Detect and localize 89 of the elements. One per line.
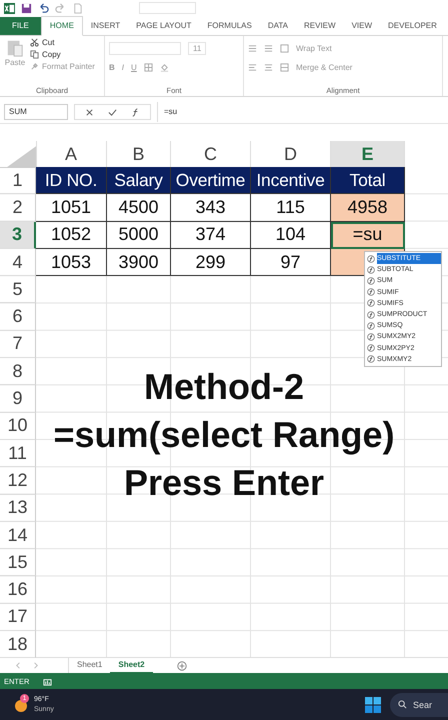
function-icon — [367, 299, 375, 308]
row-header[interactable]: 18 — [0, 631, 36, 658]
row-header[interactable]: 17 — [0, 604, 36, 632]
table-cell: 1051 — [36, 194, 107, 222]
function-icon — [367, 288, 375, 296]
align-icon[interactable] — [264, 63, 273, 72]
row-header[interactable]: 11 — [0, 440, 36, 468]
table-cell: =su — [331, 222, 405, 249]
row-header[interactable]: 6 — [0, 303, 36, 331]
table-cell: 5000 — [107, 222, 171, 249]
cancel-icon[interactable] — [85, 108, 94, 116]
function-icon — [367, 322, 375, 330]
brush-icon — [30, 62, 39, 71]
search-icon — [398, 700, 407, 709]
name-box[interactable]: SUM — [4, 104, 68, 120]
align-icon[interactable] — [248, 44, 257, 53]
caption-text: Press Enter — [124, 461, 324, 505]
row-header[interactable]: 4 — [0, 248, 36, 276]
ribbon-tab[interactable]: DEVELOPER — [380, 17, 445, 35]
ribbon-tab[interactable]: DATA — [260, 17, 296, 35]
ribbon-tab[interactable]: FORMULAS — [199, 17, 260, 35]
wrap-icon — [280, 44, 289, 53]
table-cell: 299 — [171, 248, 251, 276]
caption-text: Method-2 — [144, 365, 304, 409]
merge-icon — [280, 63, 289, 72]
windows-start-icon[interactable] — [365, 696, 381, 712]
function-icon — [367, 332, 375, 341]
row-header[interactable]: 10 — [0, 412, 36, 440]
borders-icon[interactable] — [144, 63, 153, 72]
table-cell: Incentive — [251, 167, 331, 194]
align-icon[interactable] — [264, 44, 273, 53]
undo-icon[interactable] — [38, 2, 49, 14]
table-cell: 3900 — [107, 248, 171, 276]
function-icon — [367, 344, 375, 352]
table-cell: ID NO. — [36, 167, 107, 194]
check-icon[interactable] — [108, 108, 117, 116]
table-cell: 1052 — [36, 222, 107, 249]
fill-color-icon[interactable] — [160, 63, 169, 72]
function-icon — [367, 310, 375, 319]
cut-button[interactable]: Cut — [42, 38, 54, 47]
table-cell: Salary — [107, 167, 171, 194]
row-header[interactable]: 7 — [0, 330, 36, 358]
sheet-tab[interactable]: Sheet1 — [69, 658, 110, 674]
copy-icon — [30, 50, 39, 59]
row-header[interactable]: 12 — [0, 467, 36, 495]
ribbon-tab[interactable]: FILE — [0, 17, 41, 35]
table-cell: Total — [331, 167, 405, 194]
table-cell: 1053 — [36, 248, 107, 276]
excel-logo-icon[interactable] — [4, 2, 15, 14]
function-icon — [367, 254, 375, 263]
row-header[interactable]: 14 — [0, 522, 36, 550]
row-header[interactable]: 16 — [0, 576, 36, 604]
table-cell: 343 — [171, 194, 251, 222]
font-name-field[interactable] — [109, 42, 181, 55]
row-header[interactable]: 5 — [0, 276, 36, 304]
ribbon-tab[interactable]: HOME — [40, 16, 83, 36]
ribbon-tab[interactable]: INSERT — [82, 17, 128, 35]
column-header[interactable]: E — [331, 141, 405, 169]
row-header[interactable]: 8 — [0, 358, 36, 386]
align-icon[interactable] — [248, 63, 257, 72]
sun-icon[interactable] — [14, 698, 28, 712]
save-icon[interactable] — [21, 2, 32, 14]
ribbon-tab[interactable]: REVIEW — [296, 17, 344, 35]
function-icon — [367, 276, 375, 285]
page-icon[interactable] — [72, 2, 83, 14]
table-cell: 4958 — [331, 194, 405, 222]
function-icon — [367, 266, 375, 274]
ribbon-tab[interactable]: VIEW — [344, 17, 380, 35]
table-cell: 374 — [171, 222, 251, 249]
macro-record-icon[interactable] — [43, 676, 52, 686]
formula-field[interactable]: =su — [157, 102, 444, 122]
add-sheet-icon[interactable] — [176, 660, 187, 670]
function-icon[interactable] — [131, 108, 140, 116]
search-field[interactable]: Sear — [390, 692, 448, 716]
row-header[interactable]: 15 — [0, 549, 36, 576]
redo-icon[interactable] — [55, 2, 66, 14]
quick-access-dropdown[interactable] — [139, 2, 196, 14]
scissors-icon — [30, 38, 39, 47]
row-header[interactable]: 3 — [0, 222, 36, 249]
row-header[interactable]: 13 — [0, 494, 36, 522]
row-header[interactable]: 9 — [0, 385, 36, 413]
table-cell: Overtime — [171, 167, 251, 194]
caption-text: =sum(select Range) — [53, 413, 395, 457]
function-icon — [367, 355, 375, 364]
copy-button[interactable]: Copy — [42, 50, 61, 59]
table-cell: 4500 — [107, 194, 171, 222]
ribbon-tab[interactable]: PAGE LAYOUT — [128, 17, 200, 35]
select-all-corner[interactable] — [0, 141, 37, 168]
clipboard-icon[interactable] — [6, 38, 24, 58]
